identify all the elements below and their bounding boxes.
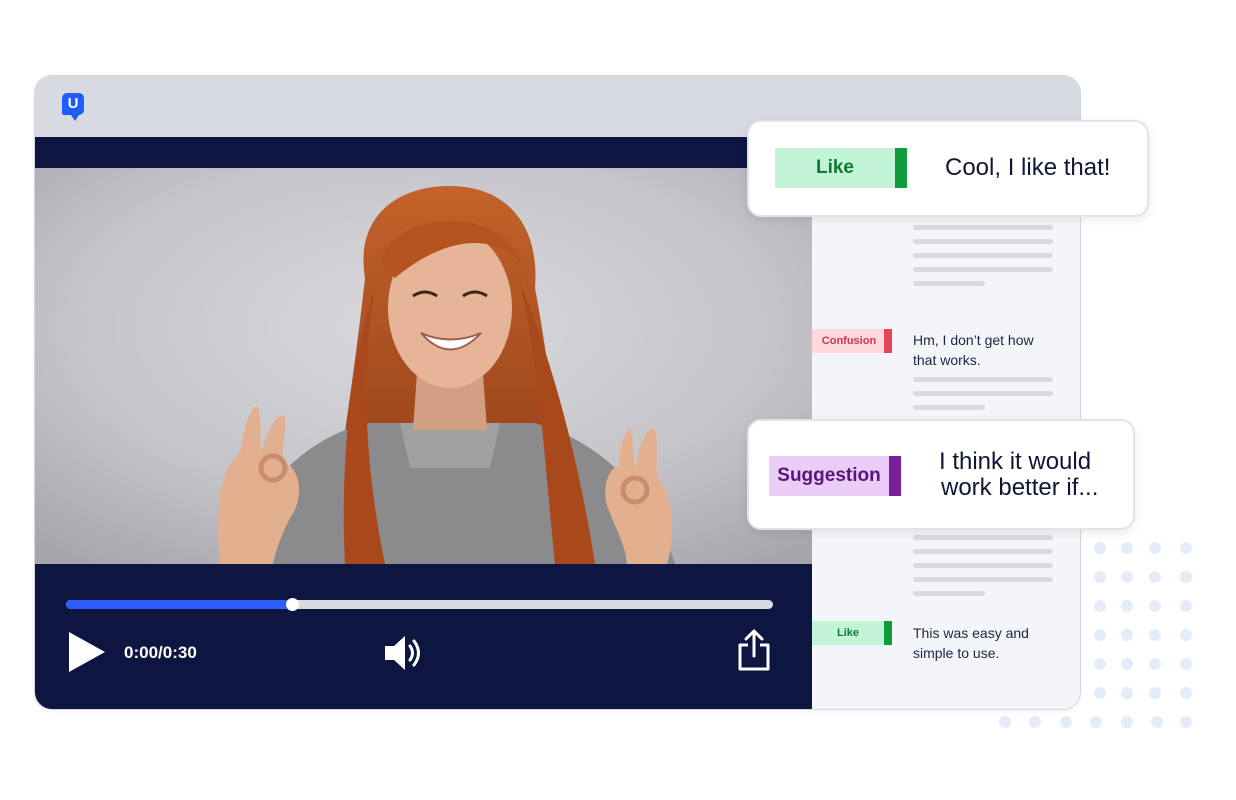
time-display: 0:00/0:30 <box>124 643 197 662</box>
placeholder-line <box>913 281 985 286</box>
tag-bar <box>889 456 901 496</box>
card-tag-like: Like <box>775 148 907 188</box>
transcript-tag-confusion[interactable]: Confusion <box>812 329 892 353</box>
highlight-card-suggestion[interactable]: Suggestion I think it would work better … <box>747 419 1135 530</box>
placeholder-line <box>913 225 1053 230</box>
progress-fill <box>66 600 293 609</box>
placeholder-line <box>913 535 1053 540</box>
placeholder-line <box>913 377 1053 382</box>
share-icon[interactable] <box>737 629 771 671</box>
placeholder-line <box>913 391 1053 396</box>
card-tag-suggestion: Suggestion <box>769 456 901 496</box>
tag-bar <box>895 148 907 188</box>
text-line: that works. <box>913 352 981 368</box>
placeholder-line <box>913 405 985 410</box>
tag-bar <box>884 329 892 353</box>
placeholder-line <box>913 253 1053 258</box>
placeholder-line <box>913 591 985 596</box>
transcript-entry-text: Hm, I don’t get how that works. <box>913 330 1034 370</box>
quote-line: work better if... <box>941 474 1099 501</box>
placeholder-line <box>913 239 1053 244</box>
text-line: Hm, I don’t get how <box>913 332 1034 348</box>
progress-bar[interactable] <box>66 598 773 611</box>
video-frame[interactable] <box>35 168 812 564</box>
placeholder-line <box>913 563 1053 568</box>
placeholder-line <box>913 549 1053 554</box>
transcript-entry-text: This was easy and simple to use. <box>913 623 1029 663</box>
text-line: simple to use. <box>913 645 1000 661</box>
tag-label: Confusion <box>821 335 877 347</box>
volume-icon[interactable] <box>385 635 423 671</box>
tag-label: Like <box>815 157 855 178</box>
highlight-card-like[interactable]: Like Cool, I like that! <box>747 120 1149 217</box>
card-quote: I think it would work better if... <box>939 449 1098 501</box>
tag-label: Like <box>836 627 859 639</box>
play-icon[interactable] <box>69 632 105 672</box>
progress-handle[interactable] <box>286 598 300 611</box>
tag-label: Suggestion <box>777 465 881 486</box>
logo-letter: U <box>67 95 79 112</box>
placeholder-line <box>913 267 1053 272</box>
video-person-image <box>35 168 812 564</box>
text-line: This was easy and <box>913 625 1029 641</box>
quote-line: Cool, I like that! <box>945 154 1111 181</box>
transcript-tag-like[interactable]: Like <box>812 621 892 645</box>
app-logo: U <box>62 93 84 121</box>
player-controls: 0:00/0:30 <box>35 564 812 709</box>
quote-line: I think it would <box>939 448 1092 475</box>
tag-bar <box>884 621 892 645</box>
card-quote: Cool, I like that! <box>945 155 1110 181</box>
placeholder-line <box>913 577 1053 582</box>
video-header-bar <box>35 137 812 168</box>
